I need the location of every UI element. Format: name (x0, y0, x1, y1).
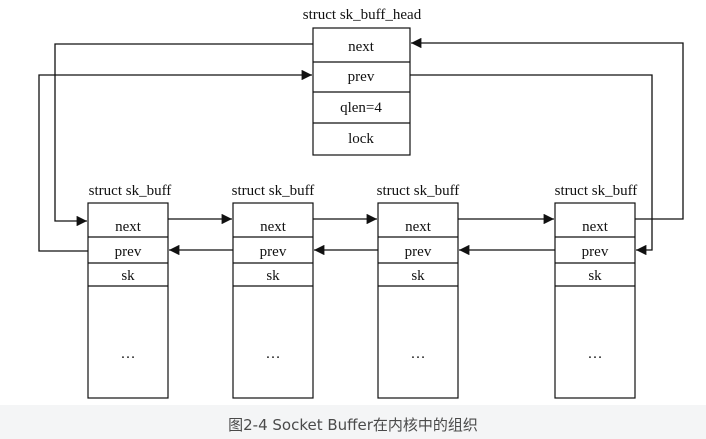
sk-buff-1-sk: sk (121, 268, 135, 284)
sk-buff-head: struct sk_buff_head next prev qlen=4 loc… (303, 7, 422, 156)
sk-buff-1-prev: prev (115, 244, 142, 260)
sk-buff-3-sk: sk (411, 268, 425, 284)
sk-buff-3-ellipsis: … (411, 346, 426, 362)
sk-buff-1: struct sk_buff next prev sk … (87, 183, 172, 399)
caption-bar: 图2-4 Socket Buffer在内核中的组织 (0, 405, 706, 439)
sk-buff-3-next: next (405, 219, 432, 235)
sk-buff-3-title: struct sk_buff (377, 183, 460, 199)
sk-buff-head-title: struct sk_buff_head (303, 7, 422, 23)
sk-buff-1-ellipsis: … (121, 346, 136, 362)
sk-buff-3-prev: prev (405, 244, 432, 260)
head-field-prev: prev (348, 69, 375, 85)
sk-buff-4-prev: prev (582, 244, 609, 260)
sk-buff-1-title: struct sk_buff (89, 183, 172, 199)
head-field-lock: lock (348, 131, 374, 147)
sk-buff-2-ellipsis: … (266, 346, 281, 362)
sk-buff-4-ellipsis: … (588, 346, 603, 362)
sk-buff-1-next: next (115, 219, 142, 235)
sk-buff-4-next: next (582, 219, 609, 235)
head-field-qlen: qlen=4 (340, 100, 382, 116)
sk-buff-3: struct sk_buff next prev sk … (377, 183, 460, 399)
sk-buff-2-prev: prev (260, 244, 287, 260)
sk-buff-4: struct sk_buff next prev sk … (554, 183, 638, 399)
sk-buff-2-next: next (260, 219, 287, 235)
sk-buff-2-sk: sk (266, 268, 280, 284)
figure-caption: 图2-4 Socket Buffer在内核中的组织 (228, 416, 478, 434)
sk-buff-2-title: struct sk_buff (232, 183, 315, 199)
head-field-next: next (348, 39, 375, 55)
sk-buff-diagram: struct sk_buff_head next prev qlen=4 loc… (38, 7, 684, 399)
sk-buff-4-sk: sk (588, 268, 602, 284)
sk-buff-4-title: struct sk_buff (555, 183, 638, 199)
sk-buff-2: struct sk_buff next prev sk … (232, 183, 315, 399)
